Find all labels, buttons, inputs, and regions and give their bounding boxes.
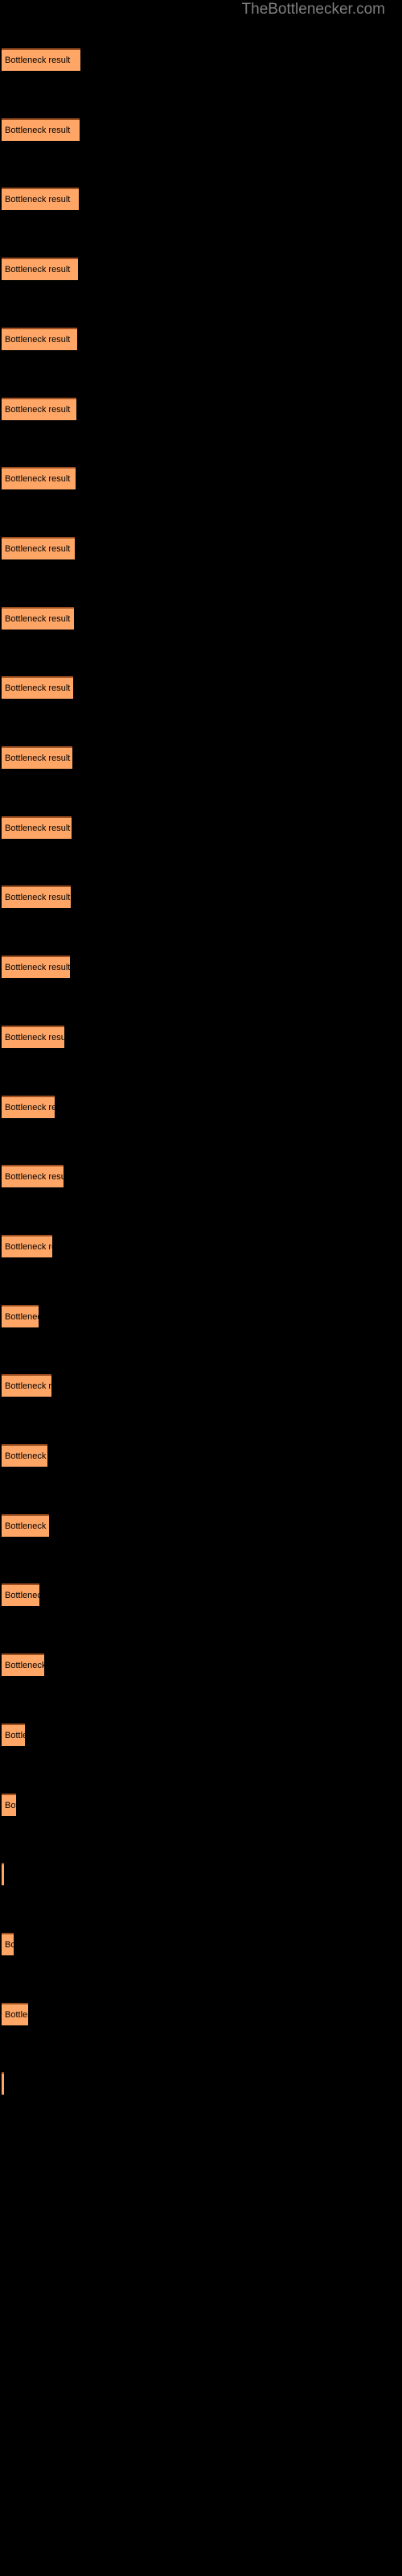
bar-25[interactable]: Bottleneck result [2,1723,25,1746]
bar-27[interactable]: Bottleneck result [2,1863,4,1886]
bar-series: Bottleneck result Bottleneck result Bottle… [0,0,402,2576]
bar-label: Bottleneck result [5,1730,25,1740]
bar-label: Bottleneck result [5,823,71,833]
bar-label: Bottleneck result [5,474,71,485]
bar-label: Bottleneck result [5,125,71,135]
bar-28[interactable]: Bottleneck result [2,1932,14,1955]
bar-label: Bottleneck result [5,1800,16,1810]
bar-23[interactable]: Bottleneck result [2,1583,39,1607]
chart-canvas: TheBottlenecker.com Bottleneck result Bot… [0,0,402,2576]
bar-29[interactable]: Bottleneck result [2,2002,28,2025]
bar-label: Bottleneck result [5,1521,49,1531]
bar-3[interactable]: Bottleneck result [2,188,79,211]
bar-label: Bottleneck result [5,893,71,903]
bar-9[interactable]: Bottleneck result [2,606,74,630]
bar-11[interactable]: Bottleneck result [2,746,72,769]
bar-label: Bottleneck result [5,683,71,694]
bar-7[interactable]: Bottleneck result [2,467,76,490]
bar-label: Bottleneck result [5,404,71,415]
bar-label: Bottleneck result [5,1311,39,1322]
bar-label: Bottleneck result [5,963,70,973]
bar-16[interactable]: Bottleneck result [2,1095,55,1118]
bar-13[interactable]: Bottleneck result [2,886,71,909]
bar-26[interactable]: Bottleneck result [2,1793,16,1816]
bar-8[interactable]: Bottleneck result [2,536,75,559]
bar-label: Bottleneck result [5,1451,47,1461]
bar-15[interactable]: Bottleneck result [2,1025,64,1048]
bar-5[interactable]: Bottleneck result [2,327,77,350]
bar-20[interactable]: Bottleneck result [2,1374,51,1397]
bar-24[interactable]: Bottleneck result [2,1653,44,1677]
bar-label: Bottleneck result [5,543,71,554]
bar-12[interactable]: Bottleneck result [2,815,72,839]
bar-22[interactable]: Bottleneck result [2,1513,49,1537]
bar-label: Bottleneck result [5,1241,52,1252]
bar-label: Bottleneck result [5,1661,44,1671]
bar-label: Bottleneck result [5,265,71,275]
bar-label: Bottleneck result [5,334,71,345]
bar-6[interactable]: Bottleneck result [2,397,76,420]
bar-18[interactable]: Bottleneck result [2,1234,52,1257]
bar-label: Bottleneck result [5,1032,64,1042]
bar-4[interactable]: Bottleneck result [2,258,78,281]
bar-19[interactable]: Bottleneck result [2,1304,39,1327]
bar-label: Bottleneck result [5,753,71,763]
bar-label: Bottleneck result [5,1172,64,1183]
bar-label: Bottleneck result [5,613,71,624]
bar-2[interactable]: Bottleneck result [2,118,80,141]
bar-17[interactable]: Bottleneck result [2,1165,64,1188]
bar-label: Bottleneck result [5,1939,14,1950]
bar-label: Bottleneck result [5,1381,51,1392]
bar-label: Bottleneck result [5,1591,39,1601]
bar-label: Bottleneck result [5,56,71,65]
bar-14[interactable]: Bottleneck result [2,956,70,979]
bar-30[interactable]: Bottleneck result [2,2072,4,2095]
bar-label: Bottleneck result [5,195,71,205]
bar-label: Bottleneck result [5,2009,28,2020]
bar-10[interactable]: Bottleneck result [2,676,73,700]
bar-label: Bottleneck result [5,1102,55,1113]
bar-21[interactable]: Bottleneck result [2,1444,47,1467]
bar-1[interactable]: Bottleneck result [2,48,80,71]
